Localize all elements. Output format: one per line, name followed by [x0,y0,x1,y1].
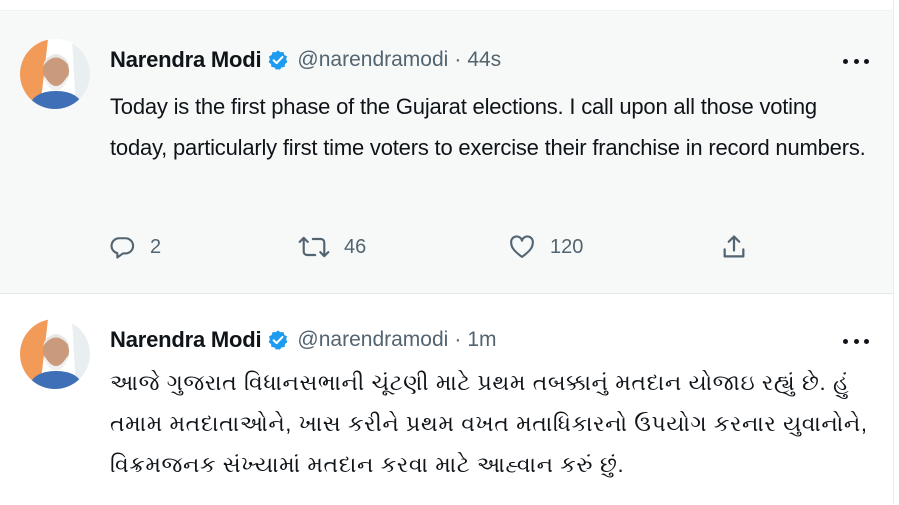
reply-button[interactable]: 2 [108,230,161,264]
avatar[interactable] [20,39,90,109]
author-handle[interactable]: @narendramodi [297,328,448,352]
more-options-icon[interactable] [843,337,869,345]
avatar-image [20,39,90,109]
retweet-button[interactable]: 46 [298,230,366,264]
separator: · [454,328,462,351]
retweet-icon [298,233,330,261]
tweet-gujarati[interactable]: Narendra Modi @narendramodi · 1m આજે ગુજ… [0,294,893,505]
more-options-icon[interactable] [843,57,869,65]
reply-icon [108,233,136,261]
timeline: Narendra Modi @narendramodi · 44s Today … [0,0,894,505]
like-count: 120 [550,235,584,258]
timestamp[interactable]: 44s [467,48,501,72]
tweet-text: આજે ગુજરાત વિધાનસભાની ચૂંટણી માટે પ્રથમ … [110,370,868,477]
like-icon [508,233,536,261]
tweet-english[interactable]: Narendra Modi @narendramodi · 44s Today … [0,11,893,294]
tweet-text: Today is the first phase of the Gujarat … [110,94,866,160]
verified-badge-icon [267,49,289,71]
author-name[interactable]: Narendra Modi [110,327,262,353]
share-button[interactable] [720,230,748,264]
verified-badge-icon [267,329,289,351]
tweet-header: Narendra Modi @narendramodi · 44s [110,45,501,75]
tweet-actions: 2 46 120 [108,230,768,264]
avatar[interactable] [20,319,90,389]
separator: · [454,48,462,71]
timestamp[interactable]: 1m [467,328,496,352]
tweet-header: Narendra Modi @narendramodi · 1m [110,325,497,355]
share-icon [720,233,748,261]
avatar-image [20,319,90,389]
author-handle[interactable]: @narendramodi [297,48,448,72]
author-name[interactable]: Narendra Modi [110,47,262,73]
reply-count: 2 [150,235,162,258]
like-button[interactable]: 120 [508,230,583,264]
retweet-count: 46 [344,235,367,258]
